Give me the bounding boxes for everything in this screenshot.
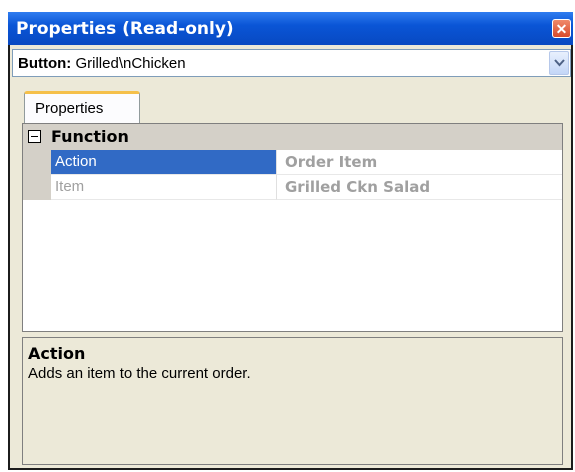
selector-value: Grilled\nChicken xyxy=(75,55,186,72)
property-name[interactable]: Item xyxy=(51,175,276,200)
category-label: Function xyxy=(51,127,129,146)
property-row-action[interactable]: Action Order Item xyxy=(23,150,562,175)
category-row-function[interactable]: Function xyxy=(23,124,562,150)
chevron-down-icon xyxy=(553,59,565,67)
property-grid: Function Action Order Item Item Grilled … xyxy=(22,123,563,332)
close-button[interactable]: ✕ xyxy=(552,19,571,38)
object-selector-dropdown[interactable]: Button: Grilled\nChicken xyxy=(12,49,571,77)
dropdown-button[interactable] xyxy=(549,51,569,75)
tab-properties-label: Properties xyxy=(35,100,104,117)
tab-properties[interactable]: Properties xyxy=(24,91,140,123)
selector-type-label: Button: xyxy=(18,55,72,72)
property-value: Order Item xyxy=(276,150,562,175)
row-gutter xyxy=(23,175,51,200)
properties-window: Properties (Read-only) ✕ Button: Grilled… xyxy=(8,12,573,470)
property-value: Grilled Ckn Salad xyxy=(276,175,562,200)
close-icon: ✕ xyxy=(555,20,568,37)
window-title: Properties (Read-only) xyxy=(16,19,234,39)
description-pane: Action Adds an item to the current order… xyxy=(22,337,563,465)
selector-text: Button: Grilled\nChicken xyxy=(18,55,186,72)
property-name[interactable]: Action xyxy=(51,150,276,175)
title-bar[interactable]: Properties (Read-only) ✕ xyxy=(8,12,573,45)
collapse-icon[interactable] xyxy=(28,130,41,143)
description-title: Action xyxy=(28,344,86,363)
description-text: Adds an item to the current order. xyxy=(28,365,251,382)
property-row-item[interactable]: Item Grilled Ckn Salad xyxy=(23,175,562,200)
row-gutter xyxy=(23,150,51,175)
